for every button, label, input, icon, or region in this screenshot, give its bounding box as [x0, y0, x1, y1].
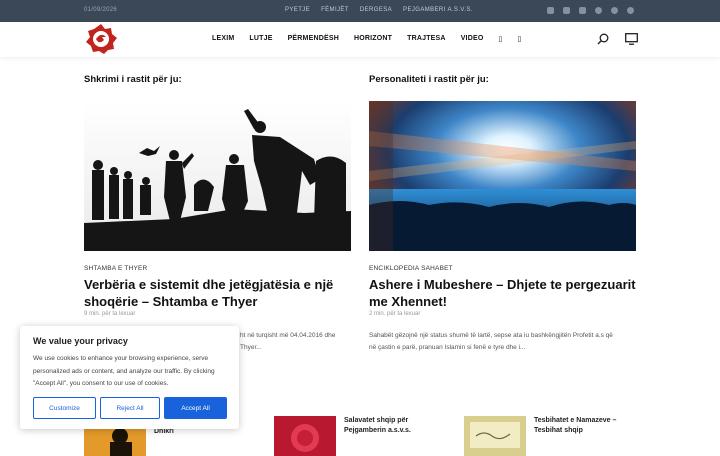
square-icon[interactable] [563, 7, 570, 14]
left-article-category[interactable]: SHTAMBA E THYER [84, 265, 147, 272]
main-nav: LEXIM LUTJE PËRMENDËSH HORIZONT TRAJTESA… [212, 35, 522, 43]
right-article-excerpt: Sahabët gëzojnë një status shumë të lart… [369, 330, 639, 354]
bottom-thumb-3[interactable] [464, 416, 526, 456]
left-section-title: Shkrimi i rastit për ju: [84, 74, 182, 85]
tv-icon[interactable] [625, 33, 638, 45]
top-link-dergesa[interactable]: DERGESA [360, 7, 392, 13]
current-date: 01/09/2026 [84, 7, 118, 13]
bottom-title-2-line-1: Salavatet shqip për [344, 417, 409, 424]
twitter-icon[interactable] [611, 7, 618, 14]
right-article-category[interactable]: ENCIKLOPEDIA SAHABET [369, 265, 453, 272]
top-link-pyetje[interactable]: PYETJE [285, 7, 310, 13]
nav-trajtesa[interactable]: TRAJTESA [407, 35, 446, 43]
bottom-title-3-line-2: Tesbihat shqip [534, 427, 583, 434]
pinterest-icon[interactable] [627, 7, 634, 14]
cookie-title: We value your privacy [33, 336, 128, 346]
top-link-femijet[interactable]: FËMIJËT [321, 7, 349, 13]
reject-all-button[interactable]: Reject All [100, 397, 160, 419]
facebook-icon[interactable] [595, 7, 602, 14]
bottom-title-2-line-2: Pejgamberin a.s.v.s. [344, 427, 411, 434]
top-links: PYETJE FËMIJËT DERGESA PEJGAMBERI A.S.V.… [285, 7, 473, 13]
nav-extra-2[interactable]: ▯ [518, 35, 522, 43]
cookie-consent-banner: We value your privacy We use cookies to … [20, 326, 239, 429]
rose-thumb-image [274, 416, 336, 456]
left-article-title[interactable]: Verbëria e sistemit dhe jetëgjatësia e n… [84, 276, 354, 310]
bottom-title-2[interactable]: Salavatet shqip për Pejgamberin a.s.v.s. [344, 416, 411, 436]
bottom-title-3-line-1: Tesbihatet e Namazeve – [534, 417, 617, 424]
accept-all-button[interactable]: Accept All [164, 397, 227, 419]
social-links [547, 7, 634, 14]
bottom-thumb-2[interactable] [274, 416, 336, 456]
nav-lexim[interactable]: LEXIM [212, 35, 234, 43]
cookie-body: We use cookies to enhance your browsing … [33, 355, 215, 387]
left-article-image[interactable] [84, 101, 351, 251]
tesbihat-thumb-image [464, 416, 526, 456]
bottom-title-3[interactable]: Tesbihatet e Namazeve – Tesbihat shqip [534, 416, 616, 436]
nav-horizont[interactable]: HORIZONT [354, 35, 392, 43]
top-link-pejgamberi[interactable]: PEJGAMBERI A.S.V.S. [403, 7, 473, 13]
site-header: LEXIM LUTJE PËRMENDËSH HORIZONT TRAJTESA… [0, 22, 720, 57]
silhouette-image [84, 101, 351, 251]
top-bar: 01/09/2026 PYETJE FËMIJËT DERGESA PEJGAM… [0, 0, 720, 22]
nav-extra-1[interactable]: ▯ [498, 35, 502, 43]
left-article-meta: 9 min. për ta lexuar [84, 311, 136, 317]
site-logo[interactable] [84, 23, 118, 55]
nav-lutje[interactable]: LUTJE [249, 35, 272, 43]
right-excerpt-line-2: në çastin e parë, pranuan Islamin si fen… [369, 344, 526, 351]
nav-video[interactable]: VIDEO [461, 35, 484, 43]
right-section-title: Personaliteti i rastit për ju: [369, 74, 489, 85]
search-icon[interactable] [597, 33, 609, 45]
right-article-image[interactable] [369, 101, 636, 251]
youtube-icon[interactable] [547, 7, 554, 14]
customize-button[interactable]: Customize [33, 397, 96, 419]
right-article-title[interactable]: Ashere i Mubeshere – Dhjete te pergezuar… [369, 276, 639, 310]
light-crowd-image [369, 101, 636, 251]
instagram-icon[interactable] [579, 7, 586, 14]
nav-permendesh[interactable]: PËRMENDËSH [288, 35, 339, 43]
right-article-meta: 2 min. për ta lexuar [369, 311, 421, 317]
right-excerpt-line-1: Sahabët gëzojnë një status shumë të lart… [369, 332, 613, 339]
